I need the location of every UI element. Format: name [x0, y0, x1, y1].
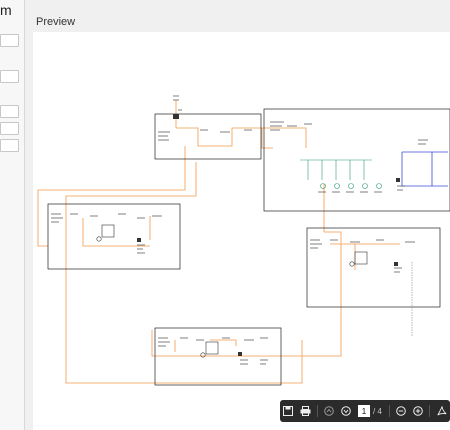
left-field[interactable] — [0, 139, 19, 152]
toolbar-separator — [388, 405, 390, 417]
print-icon[interactable] — [299, 404, 312, 418]
toolbar-separator — [429, 405, 431, 417]
left-panel-title: m — [0, 2, 12, 18]
pdf-toolbar: / 4 — [280, 400, 450, 422]
left-field[interactable] — [0, 105, 19, 118]
toolbar-separator — [316, 405, 318, 417]
left-panel: m — [0, 0, 25, 430]
zoom-in-icon[interactable] — [412, 404, 425, 418]
previous-page-icon[interactable] — [322, 404, 335, 418]
pdf-page — [33, 32, 450, 430]
schematic-diagram — [37, 95, 450, 386]
preview-panel: Preview 1 / 4 — [25, 0, 450, 430]
preview-label: Preview — [36, 16, 76, 28]
page-number-input[interactable] — [357, 405, 370, 417]
left-field[interactable] — [0, 70, 19, 83]
zoom-out-icon[interactable] — [395, 404, 408, 418]
save-icon[interactable] — [282, 404, 295, 418]
page-total: / 4 — [372, 406, 382, 416]
next-page-icon[interactable] — [339, 404, 352, 418]
acrobat-icon[interactable] — [435, 404, 448, 418]
left-field[interactable] — [0, 122, 19, 135]
left-field[interactable] — [0, 34, 19, 47]
